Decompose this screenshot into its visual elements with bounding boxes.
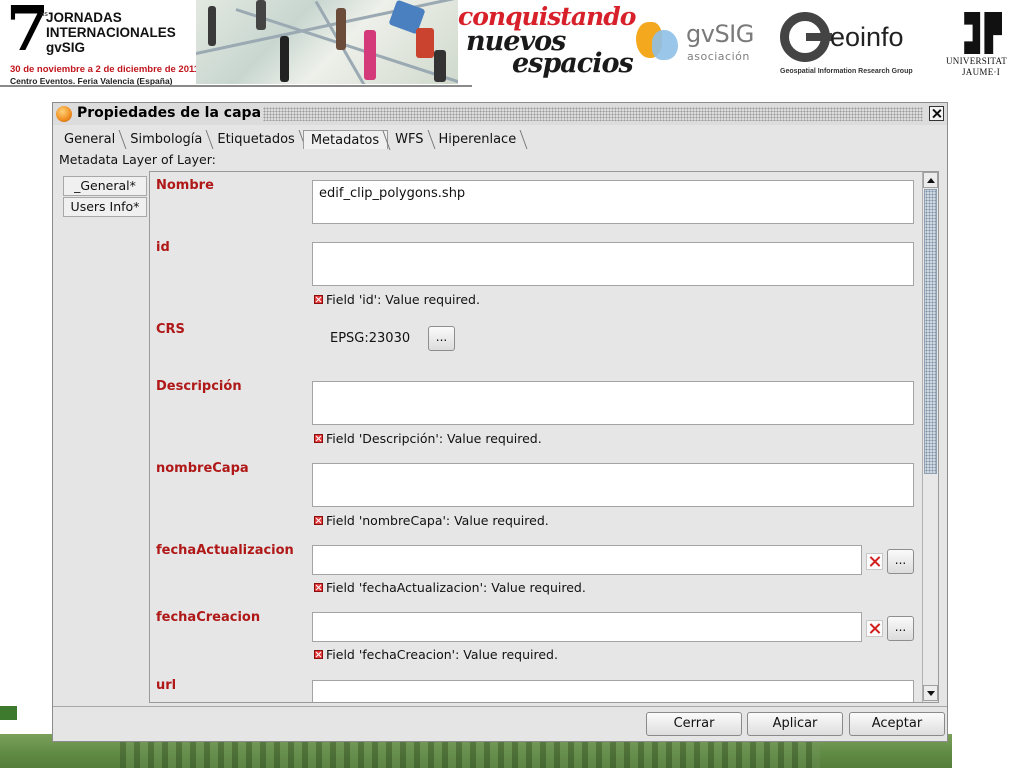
footer-divider	[53, 706, 947, 707]
slogan-logo: conquistando nuevos espacios	[456, 2, 636, 82]
tab-bar: General Simbología Etiquetados Metadatos…	[57, 130, 524, 150]
event-line-1: JORNADAS	[46, 10, 122, 25]
dialog-title: Propiedades de la capa	[77, 105, 262, 121]
fecha-creacion-picker-button[interactable]: ...	[887, 616, 914, 641]
fecha-actualizacion-picker-button[interactable]: ...	[887, 549, 914, 574]
nombre-capa-error-text: Field 'nombreCapa': Value required.	[326, 513, 549, 528]
metadata-form-panel: Nombre edif_clip_polygons.shp id Field '…	[149, 171, 939, 703]
fecha-actualizacion-error-text: Field 'fechaActualizacion': Value requir…	[326, 580, 586, 595]
error-icon	[314, 516, 323, 525]
id-error: Field 'id': Value required.	[314, 292, 480, 307]
cerrar-button[interactable]: Cerrar	[646, 712, 742, 736]
close-icon[interactable]	[929, 106, 944, 121]
nombre-capa-error: Field 'nombreCapa': Value required.	[314, 513, 549, 528]
clear-date-icon[interactable]	[866, 553, 883, 570]
nombre-field[interactable]: edif_clip_polygons.shp	[312, 180, 914, 224]
tab-general[interactable]: General	[57, 130, 123, 149]
id-field[interactable]	[312, 242, 914, 286]
descripcion-field[interactable]	[312, 381, 914, 425]
error-icon	[314, 295, 323, 304]
field-label-id: id	[156, 240, 170, 255]
field-label-fecha-actualizacion: fechaActualizacion	[156, 543, 294, 558]
fecha-actualizacion-error: Field 'fechaActualizacion': Value requir…	[314, 580, 586, 595]
field-label-fecha-creacion: fechaCreacion	[156, 610, 261, 625]
url-field[interactable]	[312, 680, 914, 702]
tab-wfs[interactable]: WFS	[388, 130, 431, 149]
edition-number: 7	[6, 0, 50, 65]
fecha-creacion-error: Field 'fechaCreacion': Value required.	[314, 647, 558, 662]
error-icon	[314, 434, 323, 443]
scrollbar-thumb[interactable]	[924, 189, 937, 474]
fecha-actualizacion-field[interactable]	[312, 545, 862, 575]
scroll-up-icon[interactable]	[923, 172, 938, 188]
gvsig-app-icon	[56, 106, 72, 122]
field-label-crs: CRS	[156, 322, 185, 337]
fecha-creacion-field[interactable]	[312, 612, 862, 642]
university-logo-line1: UNIVERSITAT	[946, 56, 1008, 66]
event-dates: 30 de noviembre a 2 de diciembre de 2011	[10, 64, 200, 75]
error-icon	[314, 583, 323, 592]
field-label-descripcion: Descripción	[156, 379, 242, 394]
aplicar-button[interactable]: Aplicar	[747, 712, 843, 736]
form-scrollbar[interactable]	[922, 172, 938, 702]
event-line-3: gvSIG	[46, 40, 86, 55]
crs-select-button[interactable]: ...	[428, 326, 455, 351]
university-logo: UNIVERSITAT JAUME·I	[946, 12, 1022, 80]
field-label-nombre: Nombre	[156, 178, 214, 193]
titlebar-grip	[263, 107, 923, 121]
scroll-down-icon[interactable]	[923, 685, 938, 701]
gvsig-logo: gvSIG asociación	[636, 18, 756, 68]
tab-etiquetados[interactable]: Etiquetados	[210, 130, 302, 149]
tab-metadatos[interactable]: Metadatos	[302, 130, 389, 149]
tab-hiperenlace[interactable]: Hiperenlace	[432, 130, 525, 149]
descripcion-error-text: Field 'Descripción': Value required.	[326, 431, 542, 446]
geoinfo-logo-name: eoinfo	[830, 22, 904, 52]
slogan-line-3: espacios	[512, 48, 634, 79]
clear-date-icon[interactable]	[866, 620, 883, 637]
banner-divider	[0, 85, 472, 87]
event-name: JORNADAS INTERNACIONALES gvSIG	[46, 10, 176, 55]
gvsig-logo-subtitle: asociación	[687, 50, 750, 63]
dialog-titlebar[interactable]: Propiedades de la capa	[53, 103, 947, 125]
fecha-creacion-error-text: Field 'fechaCreacion': Value required.	[326, 647, 558, 662]
geoinfo-logo-subtitle: Geospatial Information Research Group	[780, 68, 913, 75]
tab-simbologia[interactable]: Simbología	[123, 130, 210, 149]
layer-properties-dialog: Propiedades de la capa General Simbologí…	[52, 102, 948, 742]
conference-banner: 7 as JORNADAS INTERNACIONALES gvSIG 30 d…	[0, 0, 1024, 86]
section-users-info-button[interactable]: Users Info*	[63, 197, 147, 217]
section-general-button[interactable]: _General*	[63, 176, 147, 196]
gvsig-logo-name: gvSIG	[686, 20, 754, 48]
id-error-text: Field 'id': Value required.	[326, 292, 480, 307]
geoinfo-logo: eoinfo Geospatial Information Research G…	[778, 10, 928, 80]
field-label-nombre-capa: nombreCapa	[156, 461, 249, 476]
event-line-2: INTERNACIONALES	[46, 25, 176, 40]
nombre-capa-field[interactable]	[312, 463, 914, 507]
error-icon	[314, 650, 323, 659]
descripcion-error: Field 'Descripción': Value required.	[314, 431, 542, 446]
metadata-caption: Metadata Layer of Layer:	[59, 152, 216, 167]
slide-decoration-square	[0, 706, 17, 720]
field-label-url: url	[156, 678, 177, 693]
aceptar-button[interactable]: Aceptar	[849, 712, 945, 736]
university-logo-line2: JAUME·I	[962, 67, 1001, 77]
banner-photo	[196, 0, 458, 84]
crs-value: EPSG:23030	[330, 331, 411, 346]
